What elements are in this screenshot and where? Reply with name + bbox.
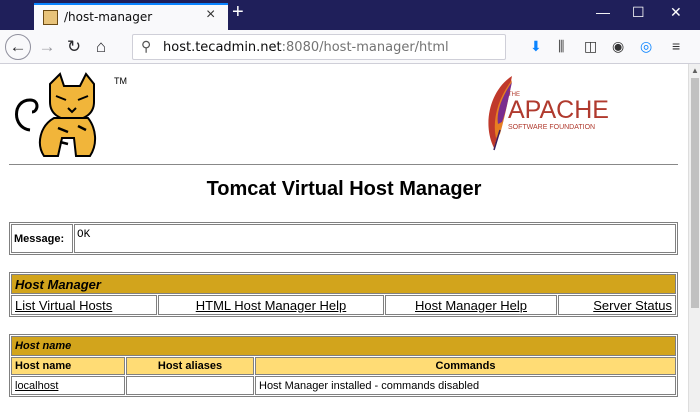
host-manager-help-link[interactable]: Host Manager Help (415, 298, 527, 313)
account-icon[interactable]: ◉ (612, 38, 624, 55)
list-virtual-hosts-link[interactable]: List Virtual Hosts (15, 298, 112, 313)
tab-title: /host-manager (64, 10, 153, 24)
column-header-host-aliases: Host aliases (126, 357, 254, 375)
server-status-link[interactable]: Server Status (593, 298, 672, 313)
message-label: Message: (11, 224, 73, 253)
search-icon: ⚲ (141, 38, 152, 54)
host-aliases-cell (126, 376, 254, 395)
message-table: Message: OK (9, 222, 678, 255)
scroll-up-icon[interactable]: ▲ (691, 66, 699, 75)
apache-name-label: APACHE (508, 96, 609, 124)
maximize-icon[interactable]: ☐ (632, 4, 645, 21)
tm-mark: TM (114, 76, 127, 86)
download-icon[interactable]: ⬇ (530, 38, 542, 55)
menu-icon[interactable]: ≡ (672, 38, 680, 54)
back-arrow-icon[interactable]: ← (5, 34, 31, 60)
host-manager-table: Host Manager List Virtual Hosts HTML Hos… (9, 272, 678, 317)
host-name-table: Host name Host name Host aliases Command… (9, 334, 678, 397)
sidebar-icon[interactable]: ◫ (584, 38, 597, 55)
host-localhost-link[interactable]: localhost (15, 380, 58, 392)
close-window-icon[interactable]: ✕ (670, 4, 682, 21)
home-icon[interactable]: ⌂ (88, 34, 114, 60)
host-manager-heading: Host Manager (11, 274, 676, 294)
extension-icon[interactable]: ◎ (640, 38, 652, 55)
apache-foundation-label: SOFTWARE FOUNDATION (508, 124, 595, 131)
html-host-manager-help-link[interactable]: HTML Host Manager Help (196, 298, 347, 313)
browser-toolbar: ← → ↻ ⌂ ⚲ host.tecadmin.net:8080/host-ma… (0, 30, 700, 64)
reload-icon[interactable]: ↻ (61, 34, 87, 60)
close-tab-icon[interactable]: × (206, 6, 215, 24)
page-title: Tomcat Virtual Host Manager (206, 178, 482, 200)
message-value: OK (74, 224, 676, 253)
header-divider (9, 164, 678, 165)
browser-titlebar: /host-manager × + — ☐ ✕ (0, 0, 700, 30)
table-row: localhost Host Manager installed - comma… (11, 376, 676, 395)
page-scrollbar[interactable]: ▲ (688, 64, 700, 412)
url-text[interactable]: host.tecadmin.net:8080/host-manager/html (163, 40, 449, 55)
host-name-heading: Host name (11, 336, 676, 356)
host-commands-cell: Host Manager installed - commands disabl… (255, 376, 676, 395)
column-header-commands: Commands (255, 357, 676, 375)
library-icon[interactable]: ⫼ (558, 38, 564, 55)
url-bar[interactable]: ⚲ host.tecadmin.net:8080/host-manager/ht… (132, 34, 506, 60)
tomcat-logo: TM (15, 72, 127, 157)
apache-logo: THE APACHE SOFTWARE FOUNDATION (488, 76, 609, 151)
column-header-host-name: Host name (11, 357, 125, 375)
tomcat-favicon-icon (43, 10, 58, 25)
new-tab-icon[interactable]: + (232, 1, 244, 24)
browser-tab[interactable]: /host-manager × (34, 3, 228, 30)
scrollbar-thumb[interactable] (691, 78, 699, 308)
forward-arrow-icon[interactable]: → (34, 34, 60, 60)
page-viewport: TM THE APACHE SOFTWARE FOUNDATION Tomcat… (0, 64, 688, 412)
minimize-icon[interactable]: — (596, 4, 610, 20)
